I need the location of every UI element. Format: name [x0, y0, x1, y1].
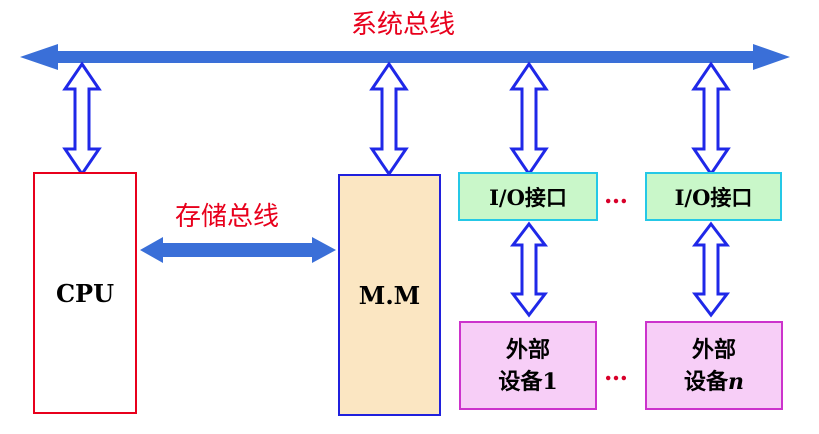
mm-bus-connector-arrow — [369, 61, 409, 177]
device-1-line2: 设备1 — [498, 368, 558, 395]
io-ellipsis: … — [604, 180, 629, 209]
main-memory-box: M.M — [338, 174, 441, 416]
device-n-line1: 外部 — [691, 336, 736, 363]
ion-devicen-connector-arrow — [691, 221, 731, 318]
io1-device1-connector-arrow — [509, 221, 549, 318]
io-interface-n-label: I/O接口 — [674, 184, 753, 210]
system-bus-label: 系统总线 — [351, 10, 456, 40]
system-bus-arrow — [20, 44, 790, 70]
io-interface-1-label: I/O接口 — [489, 184, 567, 210]
cpu-label: CPU — [55, 278, 115, 308]
device-n-line2: 设备n — [683, 368, 744, 395]
mm-label: M.M — [358, 280, 421, 310]
ion-bus-connector-arrow — [691, 61, 731, 177]
io-interface-n-box: I/O接口 — [645, 172, 782, 221]
device-n-box: 外部 设备n — [645, 321, 783, 410]
device-ellipsis: … — [604, 357, 629, 386]
cpu-box: CPU — [33, 172, 137, 414]
memory-bus-arrow — [140, 237, 336, 263]
memory-bus-label: 存储总线 — [175, 202, 280, 232]
io-interface-1-box: I/O接口 — [458, 172, 598, 221]
device-1-box: 外部 设备1 — [459, 321, 597, 410]
device-1-line1: 外部 — [505, 336, 550, 363]
cpu-bus-connector-arrow — [62, 61, 102, 177]
io1-bus-connector-arrow — [509, 61, 549, 177]
